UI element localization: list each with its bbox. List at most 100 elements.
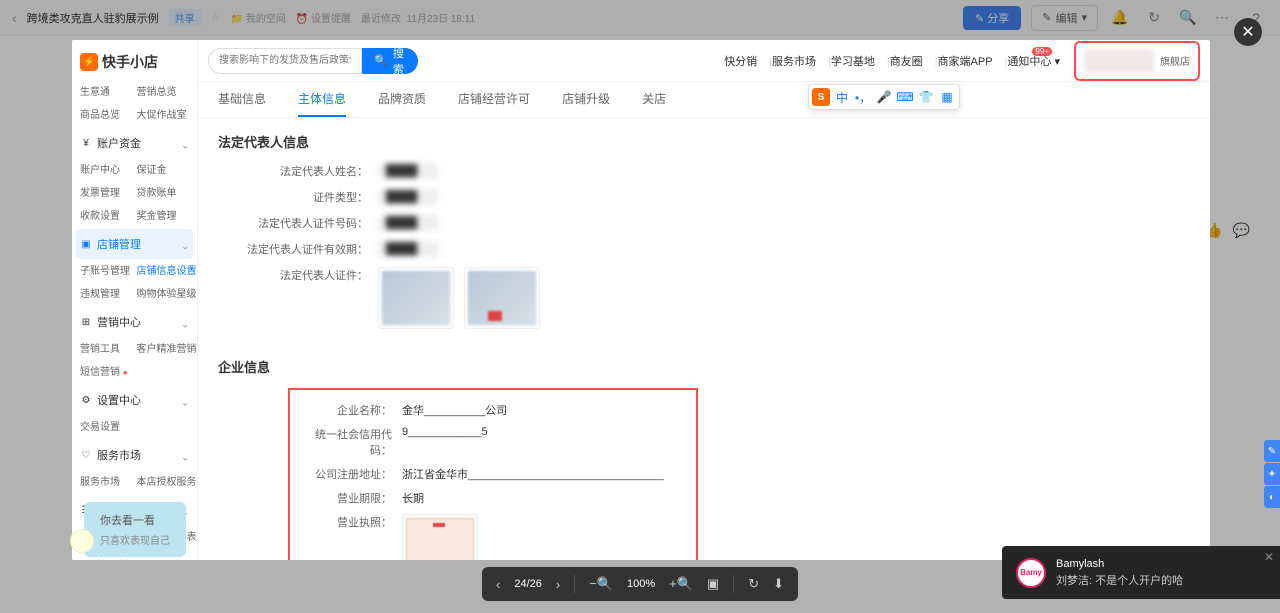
notification-badge: 99+ xyxy=(1032,47,1052,56)
chevron-up-icon: ⌃ xyxy=(181,317,189,328)
prev-page-button[interactable]: ‹ xyxy=(496,577,500,592)
sidebar-item[interactable]: 客户精准营销 xyxy=(135,337,192,358)
float-tab-1[interactable]: ✎ xyxy=(1264,440,1280,462)
sidebar-item[interactable]: 营销总览 xyxy=(135,80,192,101)
info-value: 长期 xyxy=(402,490,424,506)
modal-overlay: ✕ ⚡ 快手小店 生意通营销总览商品总览大促作战室 ¥账户资金⌃账户中心保证金发票… xyxy=(0,0,1280,613)
sidebar-item[interactable]: 违规管理 xyxy=(78,282,135,303)
chat-bubble[interactable]: 你去看一看 只喜欢表现自己 xyxy=(84,502,186,557)
info-value: 9____________5 xyxy=(402,426,488,438)
info-tabs: 基础信息主体信息品牌资质店铺经营许可店铺升级关店 xyxy=(198,82,1210,118)
float-right-tabs: ✎ ✦ ◐ xyxy=(1264,440,1280,508)
main-content: 🔍 搜索 快分销|服务市场|学习基地|商友圈|商家端APP|通知中心 ▾99+ … xyxy=(198,40,1210,560)
top-nav-link[interactable]: 通知中心 ▾99+ xyxy=(1007,53,1060,69)
top-nav-link[interactable]: 商友圈| xyxy=(890,53,938,69)
info-label: 法定代表人姓名： xyxy=(218,163,378,179)
sidebar-item[interactable]: 保证金 xyxy=(135,158,192,179)
sidebar-item[interactable]: 商品总览 xyxy=(78,103,135,124)
redacted-value: ████ xyxy=(378,163,438,179)
tab-1[interactable]: 主体信息 xyxy=(298,82,346,117)
ime-zh-icon[interactable]: 中 xyxy=(833,88,851,106)
top-nav-link[interactable]: 商家端APP| xyxy=(938,53,1008,69)
company-highlight-box: 企业名称：金华__________公司统一社会信用代码：9___________… xyxy=(288,388,698,560)
ime-grid-icon[interactable]: ▦ xyxy=(938,88,956,106)
sidebar: ⚡ 快手小店 生意通营销总览商品总览大促作战室 ¥账户资金⌃账户中心保证金发票管理… xyxy=(72,40,198,560)
sidebar-item[interactable]: 贷款账单 xyxy=(135,181,192,202)
next-page-button[interactable]: › xyxy=(556,577,560,592)
sidebar-item[interactable]: 交易设置 xyxy=(78,415,135,436)
search-box: 🔍 搜索 xyxy=(208,48,418,74)
sidebar-group-1[interactable]: ¥账户资金⌃ xyxy=(72,128,197,158)
rotate-button[interactable]: ↻ xyxy=(748,576,759,592)
sidebar-group-icon: ▣ xyxy=(80,238,92,250)
sidebar-item[interactable]: 购物体验星级 xyxy=(135,282,192,303)
tab-3[interactable]: 店铺经营许可 xyxy=(458,82,530,117)
tab-0[interactable]: 基础信息 xyxy=(218,82,266,117)
info-label: 公司注册地址： xyxy=(302,466,402,482)
sidebar-item[interactable]: 营销工具 xyxy=(78,337,135,358)
sogou-icon[interactable]: S xyxy=(812,88,830,106)
sidebar-item[interactable]: 本店授权服务 xyxy=(135,470,192,491)
search-input[interactable] xyxy=(208,48,362,74)
chevron-up-icon: ⌃ xyxy=(181,138,189,149)
redacted-value: ████ xyxy=(378,215,438,231)
toast-close-button[interactable]: ✕ xyxy=(1264,550,1274,564)
sidebar-group-icon: ⚙ xyxy=(80,394,92,406)
sidebar-group-5[interactable]: ♡服务市场⌃ xyxy=(72,440,197,470)
sidebar-group-icon: ⟲ xyxy=(80,559,92,560)
id-photo[interactable] xyxy=(464,267,540,329)
store-indicator[interactable]: 旗舰店 xyxy=(1074,41,1200,81)
float-tab-2[interactable]: ✦ xyxy=(1264,463,1280,485)
license-photo[interactable] xyxy=(402,514,478,560)
ime-mic-icon[interactable]: 🎤 xyxy=(875,88,893,106)
ime-toolbar[interactable]: S 中 •， 🎤 ⌨ 👕 ▦ xyxy=(808,84,960,110)
sidebar-item[interactable]: 账户中心 xyxy=(78,158,135,179)
ime-keyboard-icon[interactable]: ⌨ xyxy=(896,88,914,106)
id-photo[interactable] xyxy=(378,267,454,329)
fit-button[interactable]: ▣ xyxy=(707,576,719,592)
ime-skin-icon[interactable]: 👕 xyxy=(917,88,935,106)
info-row: 法定代表人姓名：████ xyxy=(218,163,1190,179)
sidebar-item[interactable]: 奖金管理 xyxy=(135,204,192,225)
notification-toast[interactable]: ✕ Bamy Bamylash 刘梦洁: 不是个人开户的哈 xyxy=(1002,546,1280,599)
sidebar-item[interactable]: 子账号管理 xyxy=(78,259,135,280)
detail-panel: 法定代表人信息 法定代表人姓名：████证件类型：████法定代表人证件号码：█… xyxy=(198,118,1210,560)
top-nav-link[interactable]: 快分销| xyxy=(724,53,772,69)
info-row: 统一社会信用代码：9____________5 xyxy=(302,426,684,458)
info-label: 法定代表人证件号码： xyxy=(218,215,378,231)
sidebar-item[interactable]: 生意通 xyxy=(78,80,135,101)
store-avatar-blur xyxy=(1084,49,1154,73)
sidebar-group-3[interactable]: ⊞营销中心⌃ xyxy=(72,307,197,337)
top-nav-link[interactable]: 服务市场| xyxy=(772,53,831,69)
sidebar-group-icon: ¥ xyxy=(80,137,92,149)
tab-5[interactable]: 关店 xyxy=(642,82,666,117)
sidebar-item[interactable]: 店铺信息设置 xyxy=(135,259,192,280)
chat-line-1: 你去看一看 xyxy=(100,512,170,528)
sidebar-item[interactable]: 短信营销 ● xyxy=(78,360,135,381)
chevron-up-icon: ⌃ xyxy=(181,239,189,250)
info-row: 法定代表人证件： xyxy=(218,267,1190,329)
top-nav-link[interactable]: 学习基地| xyxy=(831,53,890,69)
float-tab-3[interactable]: ◐ xyxy=(1264,486,1280,508)
sidebar-item[interactable]: 收款设置 xyxy=(78,204,135,225)
app-logo[interactable]: ⚡ 快手小店 xyxy=(72,40,197,80)
download-button[interactable]: ⬇ xyxy=(773,576,784,592)
sidebar-group-2[interactable]: ▣店铺管理⌃ xyxy=(76,229,193,259)
zoom-out-button[interactable]: −🔍 xyxy=(589,576,613,592)
info-row: 营业期限：长期 xyxy=(302,490,684,506)
info-value: 浙江省金华市________________________________ xyxy=(402,466,664,482)
zoom-in-button[interactable]: +🔍 xyxy=(669,576,693,592)
chevron-up-icon: ⌃ xyxy=(181,450,189,461)
close-modal-button[interactable]: ✕ xyxy=(1234,18,1262,46)
sidebar-item[interactable]: 服务市场 xyxy=(78,470,135,491)
info-row: 法定代表人证件有效期：████ xyxy=(218,241,1190,257)
tab-2[interactable]: 品牌资质 xyxy=(378,82,426,117)
sidebar-item[interactable]: 发票管理 xyxy=(78,181,135,202)
tab-4[interactable]: 店铺升级 xyxy=(562,82,610,117)
sidebar-group-4[interactable]: ⚙设置中心⌃ xyxy=(72,385,197,415)
ime-punct-icon[interactable]: •， xyxy=(854,88,872,106)
sidebar-item[interactable]: 大促作战室 xyxy=(135,103,192,124)
info-row: 法定代表人证件号码：████ xyxy=(218,215,1190,231)
search-button[interactable]: 🔍 搜索 xyxy=(362,48,418,74)
info-label: 营业期限： xyxy=(302,490,402,506)
